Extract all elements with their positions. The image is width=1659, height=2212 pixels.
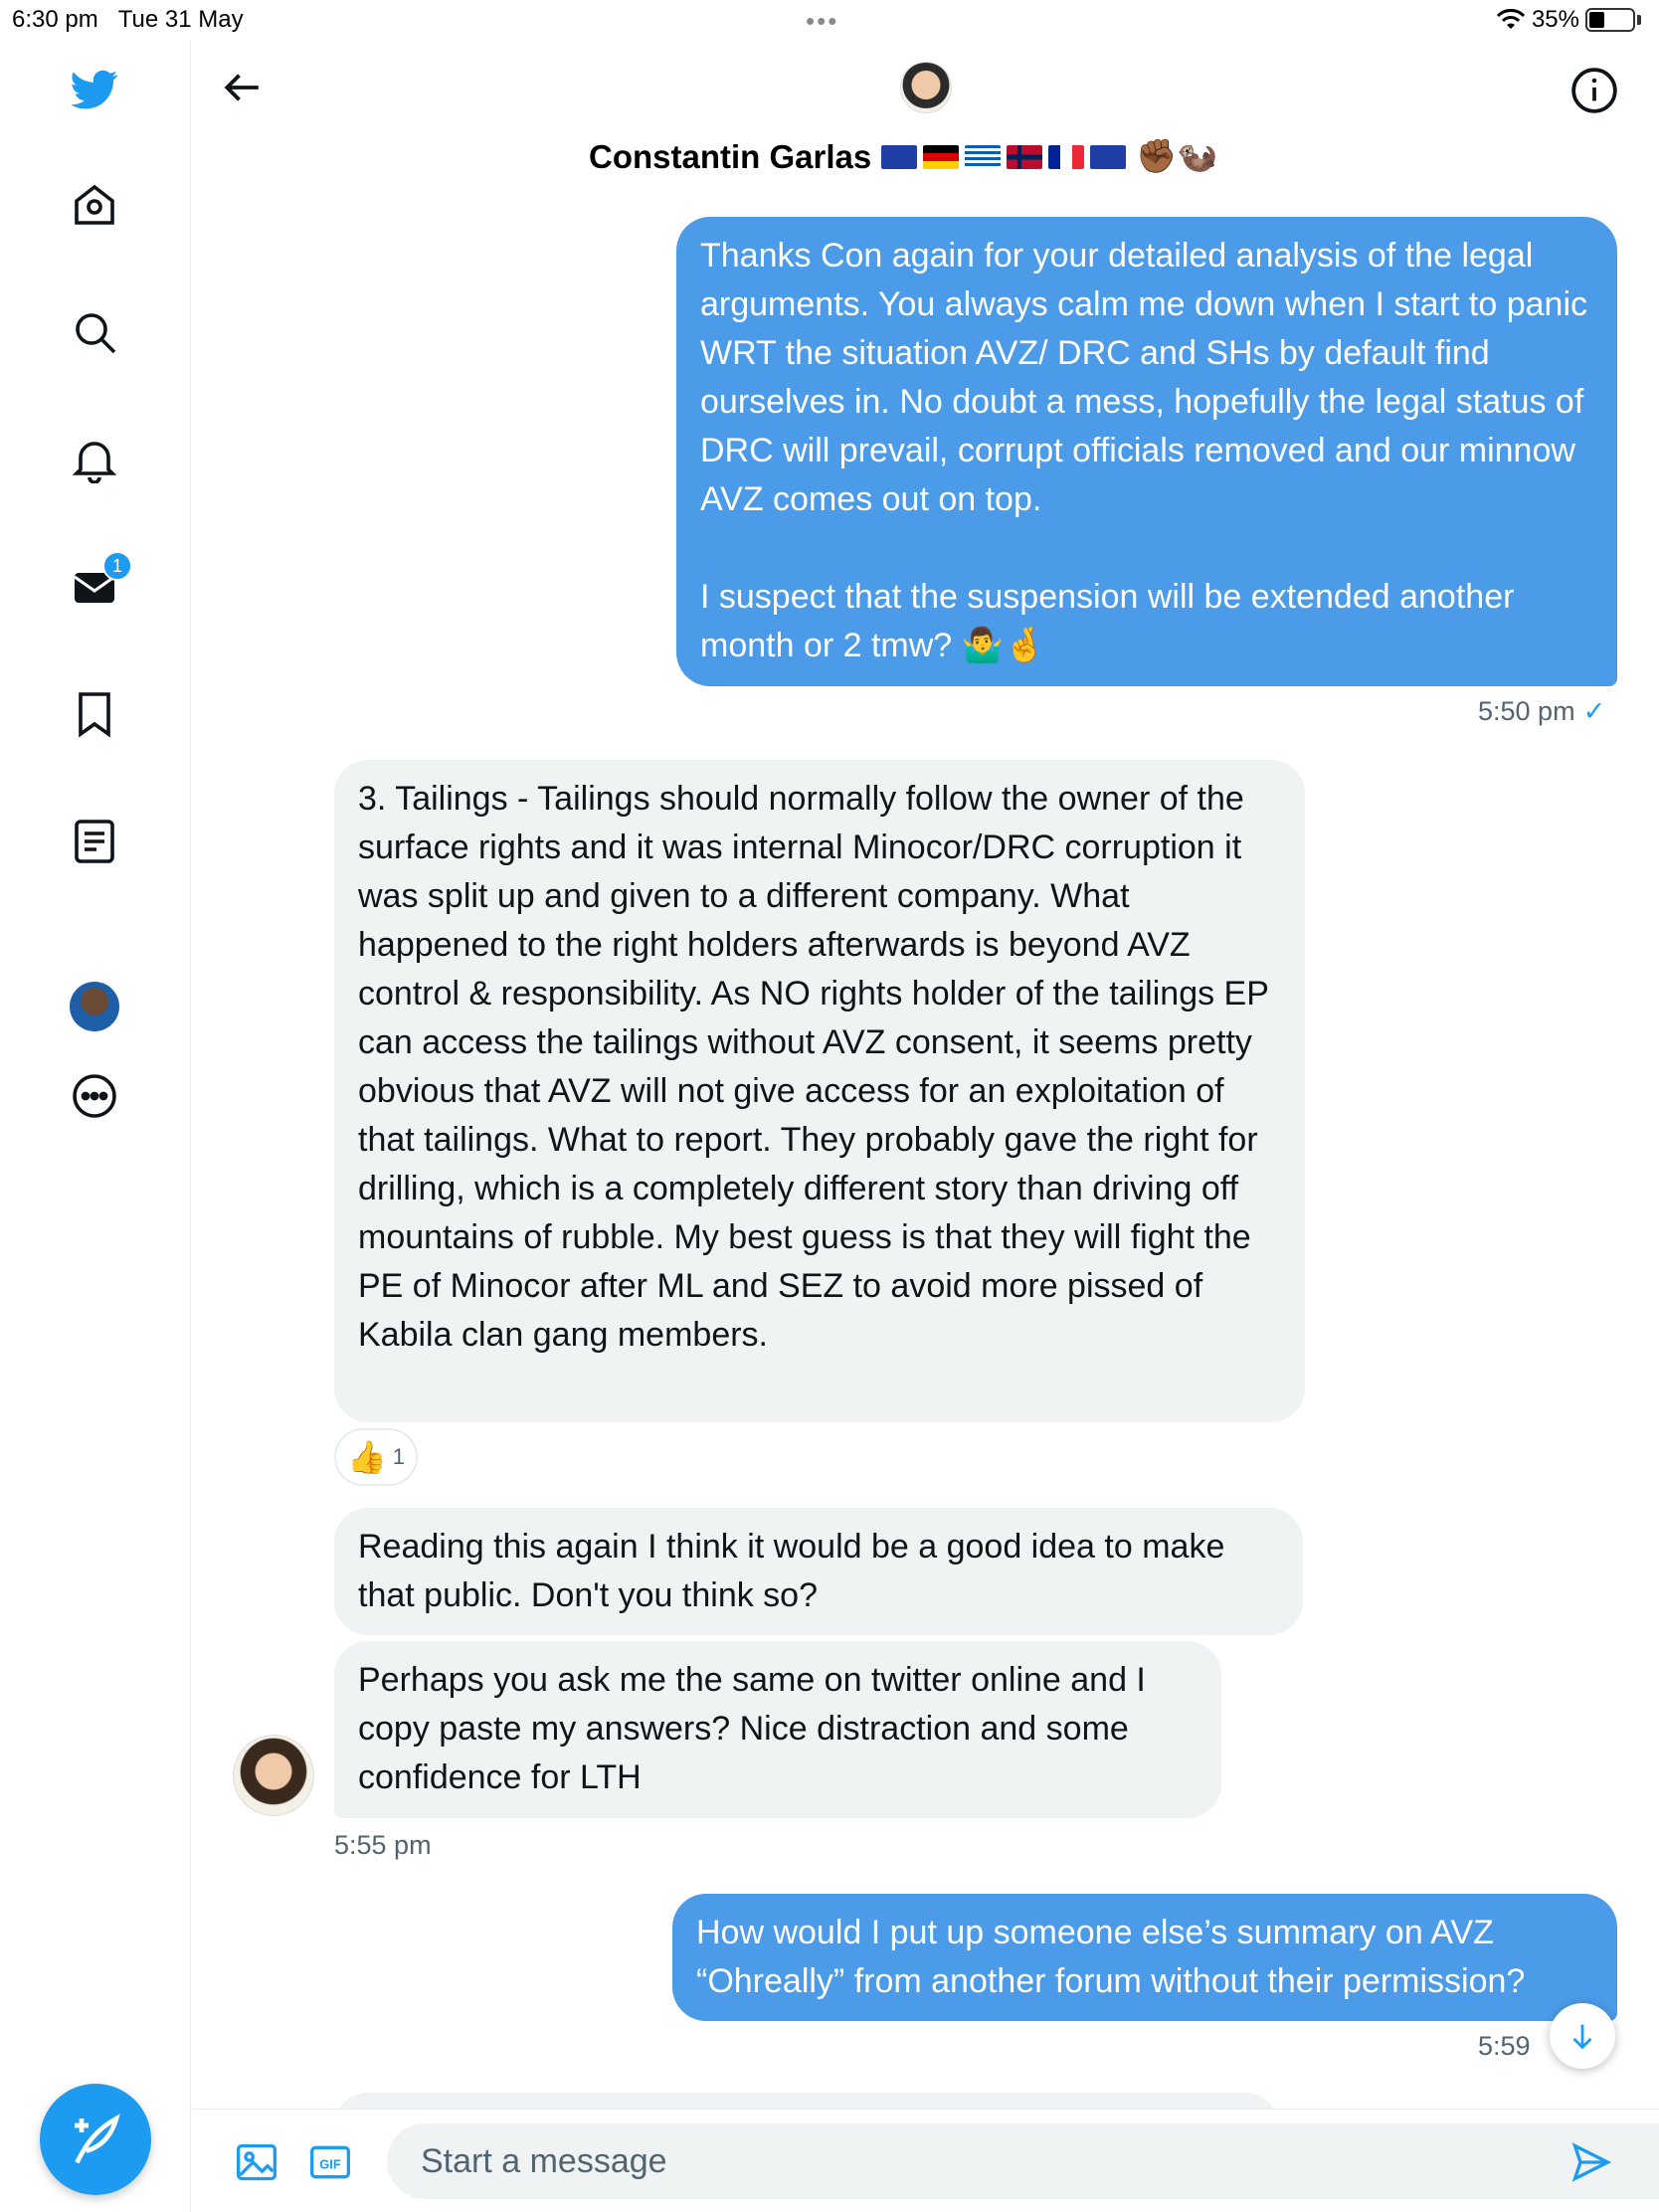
svg-text:GIF: GIF [319, 2156, 341, 2171]
thumbs-up-icon: 👍 [346, 1439, 387, 1475]
info-icon[interactable] [1569, 66, 1619, 115]
send-icon[interactable] [1567, 2137, 1616, 2187]
status-time: 6:30 pm Tue 31 May [12, 6, 244, 33]
reaction-count: 1 [392, 1444, 406, 1469]
home-icon[interactable] [65, 175, 124, 235]
read-check-icon: ✓ [1582, 696, 1606, 726]
message-text: 3. Tailings - Tailings should normally f… [358, 780, 1269, 1354]
messages-badge: 1 [102, 551, 132, 581]
message-timestamp: 5:59 [1478, 2031, 1531, 2061]
contact-name: Constantin Garlas [589, 137, 872, 175]
battery-percent: 35% [1531, 6, 1579, 33]
message-bubble-sent[interactable]: Thanks Con again for your detailed analy… [676, 217, 1617, 686]
reaction-chip[interactable]: 👍 1 [334, 1428, 418, 1486]
france-flag-icon [1048, 144, 1085, 169]
arrow-down-icon [1572, 2024, 1592, 2050]
bookmark-icon[interactable] [65, 684, 124, 744]
message-bubble-received[interactable]: Perhaps you ask me the same on twitter o… [334, 1641, 1221, 1818]
message-text: Reading this again I think it would be a… [358, 1528, 1225, 1614]
scroll-to-bottom-button[interactable] [1550, 2003, 1615, 2069]
conversation-avatar[interactable] [900, 62, 952, 113]
feather-plus-icon [75, 2114, 120, 2164]
norway-flag-icon [1007, 144, 1043, 169]
message-composer: GIF [192, 2109, 1659, 2212]
twitter-bird-icon[interactable] [65, 60, 124, 119]
sender-avatar[interactable] [233, 1735, 314, 1816]
message-timestamp: 5:55 pm [334, 1830, 432, 1860]
message-bubble-received[interactable]: 3. Tailings - Tailings should normally f… [334, 760, 1305, 1422]
conversation-title[interactable]: Constantin Garlas ✊🏾🦦 [589, 137, 1217, 176]
message-timestamp: 5:50 pm ✓ [1478, 696, 1606, 726]
greece-flag-icon [965, 144, 1002, 169]
multitasking-dots[interactable]: ••• [806, 6, 838, 37]
arrow-left-icon [224, 74, 259, 101]
envelope-icon[interactable]: 1 [65, 551, 132, 617]
search-icon[interactable] [65, 302, 124, 362]
germany-flag-icon [923, 144, 960, 169]
list-icon[interactable] [65, 812, 124, 871]
compose-button[interactable] [40, 2084, 151, 2195]
battery-icon [1585, 8, 1635, 32]
gif-icon[interactable]: GIF [305, 2137, 355, 2187]
wifi-icon [1496, 9, 1526, 29]
bell-icon[interactable] [65, 430, 124, 489]
status-bar: 6:30 pm Tue 31 May ••• 35% [0, 0, 1659, 40]
sidebar-nav: 1 [0, 40, 191, 2212]
message-text: Thanks Con again for your detailed analy… [700, 237, 1588, 664]
profile-avatar[interactable] [70, 982, 119, 1031]
message-input[interactable] [387, 2123, 1659, 2199]
emoji-suffix: ✊🏾🦦 [1136, 137, 1218, 174]
flag-emojis [881, 144, 1127, 169]
status-indicators: 35% [1496, 6, 1641, 34]
message-bubble-sent[interactable]: How would I put up someone else’s summar… [672, 1894, 1617, 2021]
message-text: Perhaps you ask me the same on twitter o… [358, 1661, 1146, 1796]
image-icon[interactable] [232, 2137, 281, 2187]
message-bubble-received[interactable]: Reading this again I think it would be a… [334, 1508, 1303, 1635]
back-button[interactable] [217, 62, 269, 113]
more-icon[interactable] [65, 1066, 124, 1126]
eu-flag-icon [881, 144, 918, 169]
eu-flag-icon [1090, 144, 1127, 169]
message-text: How would I put up someone else’s summar… [696, 1914, 1526, 2000]
